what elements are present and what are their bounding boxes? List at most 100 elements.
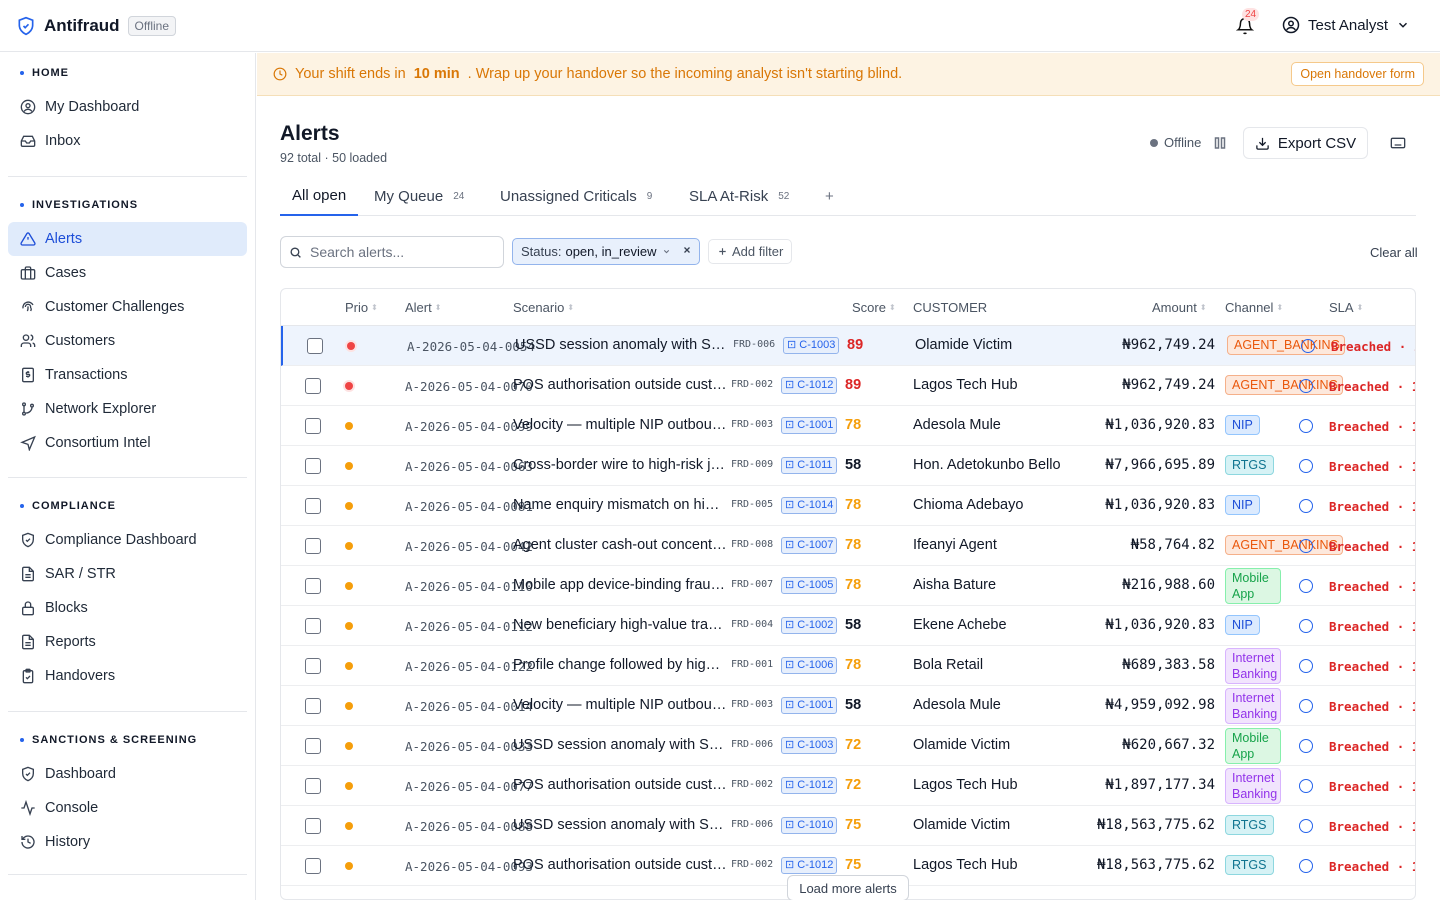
table-row[interactable]: A-2026-05-04-0077 POS authorisation outsi… [281, 766, 1415, 806]
add-view-button[interactable]: + [825, 177, 834, 216]
sidebar-item-sanctions-dashboard[interactable]: Dashboard [8, 757, 247, 791]
column-alert[interactable]: Alert ⬍ [405, 300, 441, 315]
case-link[interactable]: ⊡ C-1012 [781, 377, 838, 394]
close-icon[interactable] [681, 244, 693, 256]
case-link[interactable]: ⊡ C-1011 [781, 457, 837, 474]
row-checkbox[interactable] [305, 778, 321, 794]
sidebar-item-console[interactable]: Console [8, 791, 247, 825]
sidebar-item-customers[interactable]: Customers [8, 324, 247, 358]
column-scenario[interactable]: Scenario ⬍ [513, 300, 574, 315]
scenario-name[interactable]: Mobile app device-binding fraud attempt [513, 577, 727, 593]
customer-name[interactable]: Aisha Bature [913, 577, 996, 593]
case-link[interactable]: ⊡ C-1005 [781, 577, 838, 594]
scenario-name[interactable]: New beneficiary high-value transfer [513, 617, 727, 633]
customer-name[interactable]: Olamide Victim [913, 737, 1010, 753]
customer-name[interactable]: Chioma Adebayo [913, 497, 1023, 513]
customer-name[interactable]: Lagos Tech Hub [913, 777, 1018, 793]
row-checkbox[interactable] [305, 738, 321, 754]
customer-name[interactable]: Olamide Victim [915, 337, 1012, 353]
row-checkbox[interactable] [305, 578, 321, 594]
pause-icon[interactable] [1214, 136, 1226, 150]
row-checkbox[interactable] [305, 538, 321, 554]
case-link[interactable]: ⊡ C-1007 [781, 537, 838, 554]
table-row[interactable]: A-2026-05-04-0042 Agent cluster cash-out … [281, 526, 1415, 566]
customer-name[interactable]: Lagos Tech Hub [913, 857, 1018, 873]
case-link[interactable]: ⊡ C-1001 [781, 697, 838, 714]
table-row[interactable]: A-2026-05-04-0088 USSD session anomaly wi… [281, 806, 1415, 846]
sidebar-item-customer-challenges[interactable]: Customer Challenges [8, 290, 247, 324]
tab-unassigned-criticals[interactable]: Unassigned Criticals 9 [500, 177, 652, 216]
sidebar-item-reports[interactable]: Reports [8, 625, 247, 659]
row-checkbox[interactable] [305, 818, 321, 834]
column-channel[interactable]: Channel ⬍ [1225, 300, 1283, 315]
row-checkbox[interactable] [305, 618, 321, 634]
case-link[interactable]: ⊡ C-1001 [781, 417, 838, 434]
row-checkbox[interactable] [305, 418, 321, 434]
row-checkbox[interactable] [305, 658, 321, 674]
table-row[interactable]: A-2026-05-04-0099 Velocity — multiple NIP… [281, 406, 1415, 446]
row-checkbox[interactable] [305, 498, 321, 514]
table-row[interactable]: A-2026-05-04-0110 Mobile app device-bindi… [281, 566, 1415, 606]
table-row[interactable]: A-2026-05-04-0112 New beneficiary high-va… [281, 606, 1415, 646]
column-sla[interactable]: SLA ⬍ [1329, 300, 1363, 315]
keyboard-shortcuts-button[interactable] [1380, 127, 1416, 159]
scenario-name[interactable]: Velocity — multiple NIP outbound transfe… [513, 417, 727, 433]
sidebar-item-cases[interactable]: Cases [8, 256, 247, 290]
user-menu[interactable]: Test Analyst [1282, 16, 1410, 34]
customer-name[interactable]: Bola Retail [913, 657, 983, 673]
customer-name[interactable]: Adesola Mule [913, 697, 1001, 713]
case-link[interactable]: ⊡ C-1006 [781, 657, 838, 674]
scenario-name[interactable]: Velocity — multiple NIP outbound transfe… [513, 697, 727, 713]
row-checkbox[interactable] [305, 858, 321, 874]
sidebar-item-consortium-intel[interactable]: Consortium Intel [8, 426, 247, 460]
search-input[interactable] [310, 244, 490, 260]
customer-name[interactable]: Ifeanyi Agent [913, 537, 997, 553]
table-row[interactable]: A-2026-05-04-0014 Velocity — multiple NIP… [281, 686, 1415, 726]
scenario-name[interactable]: Agent cluster cash-out concentration [513, 537, 727, 553]
customer-name[interactable]: Lagos Tech Hub [913, 377, 1018, 393]
row-checkbox[interactable] [305, 698, 321, 714]
scenario-name[interactable]: POS authorisation outside customer regio… [513, 777, 727, 793]
sidebar-item-history[interactable]: History [8, 825, 247, 859]
case-link[interactable]: ⊡ C-1012 [781, 777, 838, 794]
table-row[interactable]: A-2026-05-04-0122 Profile change followed… [281, 646, 1415, 686]
scenario-name[interactable]: Cross-border wire to high-risk jurisdict… [513, 457, 727, 473]
sidebar-item-blocks[interactable]: Blocks [8, 591, 247, 625]
scenario-name[interactable]: USSD session anomaly with SIM swap [513, 737, 727, 753]
export-csv-button[interactable]: Export CSV [1243, 127, 1368, 159]
scenario-name[interactable]: POS authorisation outside customer regio… [513, 377, 727, 393]
column-prio[interactable]: Prio ⬍ [345, 300, 378, 315]
scenario-name[interactable]: Name enquiry mismatch on high-value tran… [513, 497, 727, 513]
sidebar-item-inbox[interactable]: Inbox [8, 124, 247, 158]
column-amount[interactable]: Amount ⬍ [1152, 300, 1207, 315]
sidebar-item-compliance-dashboard[interactable]: Compliance Dashboard [8, 523, 247, 557]
case-link[interactable]: ⊡ C-1010 [781, 817, 838, 834]
case-link[interactable]: ⊡ C-1003 [781, 737, 838, 754]
customer-name[interactable]: Olamide Victim [913, 817, 1010, 833]
case-link[interactable]: ⊡ C-1003 [783, 337, 840, 354]
table-row[interactable]: A-2026-05-04-0081 Name enquiry mismatch o… [281, 486, 1415, 526]
clear-all-link[interactable]: Clear all [1370, 245, 1418, 260]
row-checkbox[interactable] [305, 458, 321, 474]
sidebar-item-alerts[interactable]: Alerts [8, 222, 247, 256]
tab-sla-at-risk[interactable]: SLA At-Risk 52 [689, 177, 789, 216]
scenario-name[interactable]: POS authorisation outside customer regio… [513, 857, 727, 873]
customer-name[interactable]: Adesola Mule [913, 417, 1001, 433]
case-link[interactable]: ⊡ C-1014 [781, 497, 838, 514]
case-link[interactable]: ⊡ C-1002 [781, 617, 838, 634]
table-row[interactable]: A-2026-05-04-0054 USSD session anomaly wi… [281, 326, 1415, 366]
column-score[interactable]: Score ⬍ [852, 300, 896, 315]
scenario-name[interactable]: Profile change followed by high-value tr… [513, 657, 727, 673]
row-checkbox[interactable] [305, 378, 321, 394]
sidebar-item-transactions[interactable]: Transactions [8, 358, 247, 392]
scenario-name[interactable]: USSD session anomaly with SIM swap [515, 337, 729, 353]
table-row[interactable]: A-2026-05-04-0070 POS authorisation outsi… [281, 366, 1415, 406]
sidebar-item-handovers[interactable]: Handovers [8, 659, 247, 693]
tab-all-open[interactable]: All open [280, 177, 359, 216]
open-handover-button[interactable]: Open handover form [1291, 62, 1424, 86]
table-row[interactable]: A-2026-05-04-0063 Cross-border wire to hi… [281, 446, 1415, 486]
sidebar-item-my-dashboard[interactable]: My Dashboard [8, 90, 247, 124]
customer-name[interactable]: Hon. Adetokunbo Bello [913, 457, 1061, 473]
customer-name[interactable]: Ekene Achebe [913, 617, 1007, 633]
case-link[interactable]: ⊡ C-1012 [781, 857, 838, 874]
